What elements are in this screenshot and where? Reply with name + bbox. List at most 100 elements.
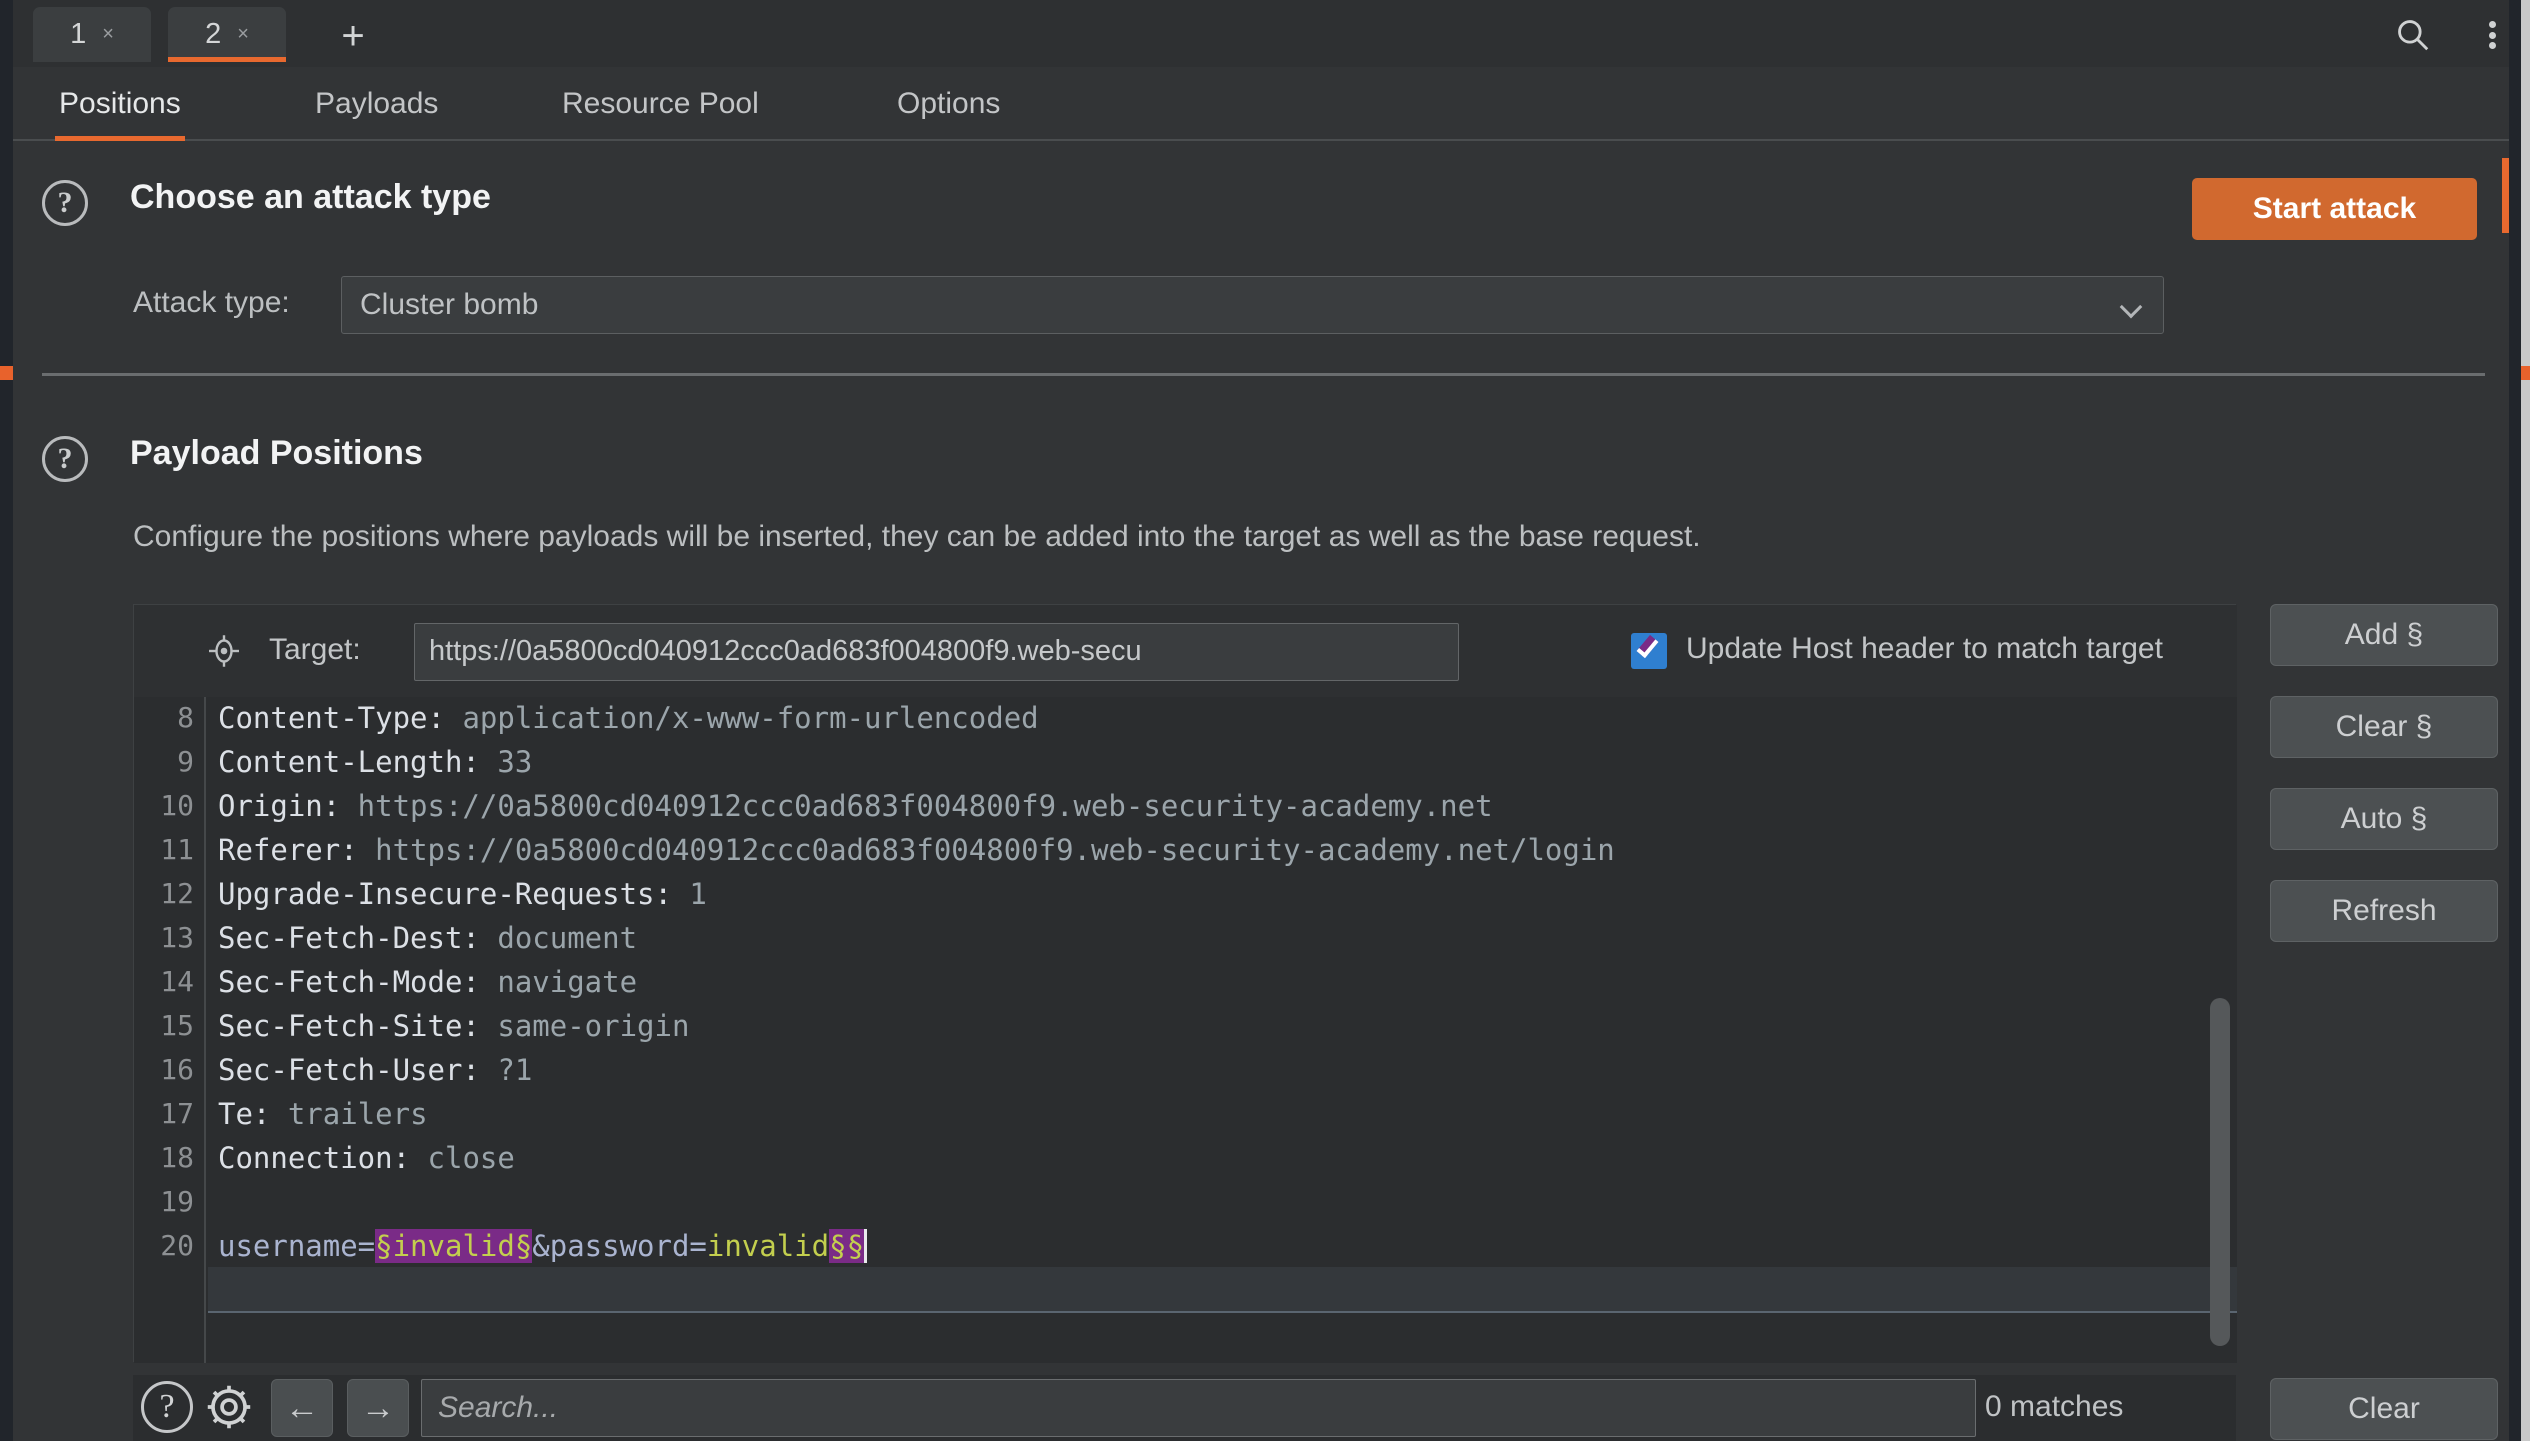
line-number: 10 xyxy=(160,789,194,822)
line-number: 18 xyxy=(160,1141,194,1174)
header-name: Content-Length: xyxy=(218,745,480,779)
header-name: Sec-Fetch-Dest: xyxy=(218,921,480,955)
line-number: 20 xyxy=(160,1229,194,1262)
search-input[interactable]: Search... xyxy=(421,1379,1976,1437)
search-previous-button[interactable]: ← xyxy=(271,1379,333,1437)
tab-options[interactable]: Options xyxy=(893,67,1004,141)
right-edge-strip xyxy=(2509,0,2521,1441)
document-tab-1-close-icon[interactable]: × xyxy=(102,23,114,46)
update-host-header-label: Update Host header to match target xyxy=(1686,632,2163,665)
header-name: Connection: xyxy=(218,1141,411,1175)
body-param-password: &password= xyxy=(532,1229,707,1263)
gear-icon[interactable] xyxy=(203,1381,255,1433)
request-body-line[interactable]: username=§invalid§&password=invalid§§ xyxy=(218,1229,868,1263)
update-host-header-checkbox[interactable] xyxy=(1631,633,1667,669)
code-line: Sec-Fetch-Dest: document xyxy=(218,921,637,955)
right-edge-marker xyxy=(2521,366,2530,380)
search-next-button[interactable]: → xyxy=(347,1379,409,1437)
payload-marker-1: §invalid§ xyxy=(375,1229,533,1263)
payload-positions-description: Configure the positions where payloads w… xyxy=(133,520,1701,553)
main-tab-bar: Positions Payloads Resource Pool Options xyxy=(13,67,2509,141)
header-value: application/x-www-form-urlencoded xyxy=(444,701,1039,735)
clear-search-button[interactable]: Clear xyxy=(2270,1378,2498,1440)
line-number: 14 xyxy=(160,965,194,998)
add-marker-button[interactable]: Add § xyxy=(2270,604,2498,666)
attack-type-heading: Choose an attack type xyxy=(130,178,491,216)
target-url-value: https://0a5800cd040912ccc0ad683f004800f9… xyxy=(429,635,1142,667)
new-tab-button[interactable]: + xyxy=(323,14,383,58)
tab-payloads[interactable]: Payloads xyxy=(311,67,442,141)
code-line: Content-Type: application/x-www-form-url… xyxy=(218,701,1039,735)
line-number: 8 xyxy=(177,701,194,734)
check-icon xyxy=(1636,634,1659,659)
help-icon-attack-type[interactable]: ? xyxy=(42,180,88,226)
request-editor-panel: Target: https://0a5800cd040912ccc0ad683f… xyxy=(133,604,2237,1363)
text-cursor xyxy=(864,1229,868,1263)
attack-type-select[interactable]: Cluster bomb xyxy=(341,276,2164,334)
header-value: document xyxy=(479,921,638,955)
current-line-highlight xyxy=(208,1267,2237,1311)
target-label: Target: xyxy=(269,633,361,666)
code-line: Referer: https://0a5800cd040912ccc0ad683… xyxy=(218,833,1615,867)
search-icon[interactable] xyxy=(2386,10,2440,60)
header-value: trailers xyxy=(270,1097,428,1131)
header-value: https://0a5800cd040912ccc0ad683f004800f9… xyxy=(357,833,1615,867)
editor-bottom-bar: ? ← → Search... 0 matches xyxy=(133,1375,2236,1441)
current-line-underline xyxy=(208,1311,2237,1313)
document-tab-1[interactable]: 1 × xyxy=(33,7,151,62)
help-icon-payload-positions[interactable]: ? xyxy=(42,436,88,482)
section-divider xyxy=(42,373,2485,376)
header-value: 33 xyxy=(479,745,533,779)
attack-type-value: Cluster bomb xyxy=(360,288,539,321)
refresh-button[interactable]: Refresh xyxy=(2270,880,2498,942)
code-line: Sec-Fetch-Mode: navigate xyxy=(218,965,637,999)
document-tab-2-close-icon[interactable]: × xyxy=(237,23,249,46)
document-tab-2[interactable]: 2 × xyxy=(168,7,286,62)
burp-intruder-window: 1 × 2 × + Positions Payloads Resource Po… xyxy=(0,0,2530,1441)
line-number: 17 xyxy=(160,1097,194,1130)
header-value: https://0a5800cd040912ccc0ad683f004800f9… xyxy=(340,789,1493,823)
attack-type-label: Attack type: xyxy=(133,286,290,319)
header-value: 1 xyxy=(671,877,707,911)
start-attack-button[interactable]: Start attack xyxy=(2192,178,2477,240)
header-value: navigate xyxy=(479,965,638,999)
tab-positions[interactable]: Positions xyxy=(55,67,185,141)
document-tab-1-label: 1 xyxy=(70,18,87,50)
clear-markers-button[interactable]: Clear § xyxy=(2270,696,2498,758)
header-name: Origin: xyxy=(218,789,341,823)
code-line: Te: trailers xyxy=(218,1097,428,1131)
search-placeholder: Search... xyxy=(438,1391,559,1424)
payload-marker-2: §§ xyxy=(829,1229,865,1263)
header-value: close xyxy=(410,1141,515,1175)
editor-scrollbar-thumb[interactable] xyxy=(2210,998,2230,1346)
header-name: Content-Type: xyxy=(218,701,445,735)
line-number: 9 xyxy=(177,745,194,778)
line-number: 16 xyxy=(160,1053,194,1086)
chevron-down-icon xyxy=(2119,295,2143,319)
kebab-menu-icon[interactable] xyxy=(2465,10,2519,60)
header-name: Upgrade-Insecure-Requests: xyxy=(218,877,672,911)
line-number-gutter: 8 9 10 11 12 13 14 15 16 17 18 19 20 xyxy=(134,697,206,1363)
line-number: 13 xyxy=(160,921,194,954)
header-name: Sec-Fetch-Mode: xyxy=(218,965,480,999)
request-code-editor[interactable]: 8 9 10 11 12 13 14 15 16 17 18 19 20 Content-Type: a… xyxy=(134,697,2237,1363)
line-number: 11 xyxy=(160,833,194,866)
crosshair-icon[interactable] xyxy=(206,633,242,669)
target-url-input[interactable]: https://0a5800cd040912ccc0ad683f004800f9… xyxy=(414,623,1459,681)
code-line: Upgrade-Insecure-Requests: 1 xyxy=(218,877,707,911)
header-name: Te: xyxy=(218,1097,271,1131)
outer-scrollbar-track[interactable] xyxy=(2521,0,2530,1441)
match-count-label: 0 matches xyxy=(1985,1390,2124,1423)
line-number: 15 xyxy=(160,1009,194,1042)
tab-resource-pool[interactable]: Resource Pool xyxy=(558,67,763,141)
body-param-username: username= xyxy=(218,1229,376,1263)
header-name: Sec-Fetch-User: xyxy=(218,1053,480,1087)
code-line: Content-Length: 33 xyxy=(218,745,532,779)
left-edge-strip xyxy=(0,0,13,1441)
code-line: Origin: https://0a5800cd040912ccc0ad683f… xyxy=(218,789,1493,823)
code-line: Sec-Fetch-Site: same-origin xyxy=(218,1009,689,1043)
header-value: same-origin xyxy=(479,1009,690,1043)
help-icon[interactable]: ? xyxy=(141,1381,193,1433)
auto-markers-button[interactable]: Auto § xyxy=(2270,788,2498,850)
header-name: Referer: xyxy=(218,833,358,867)
